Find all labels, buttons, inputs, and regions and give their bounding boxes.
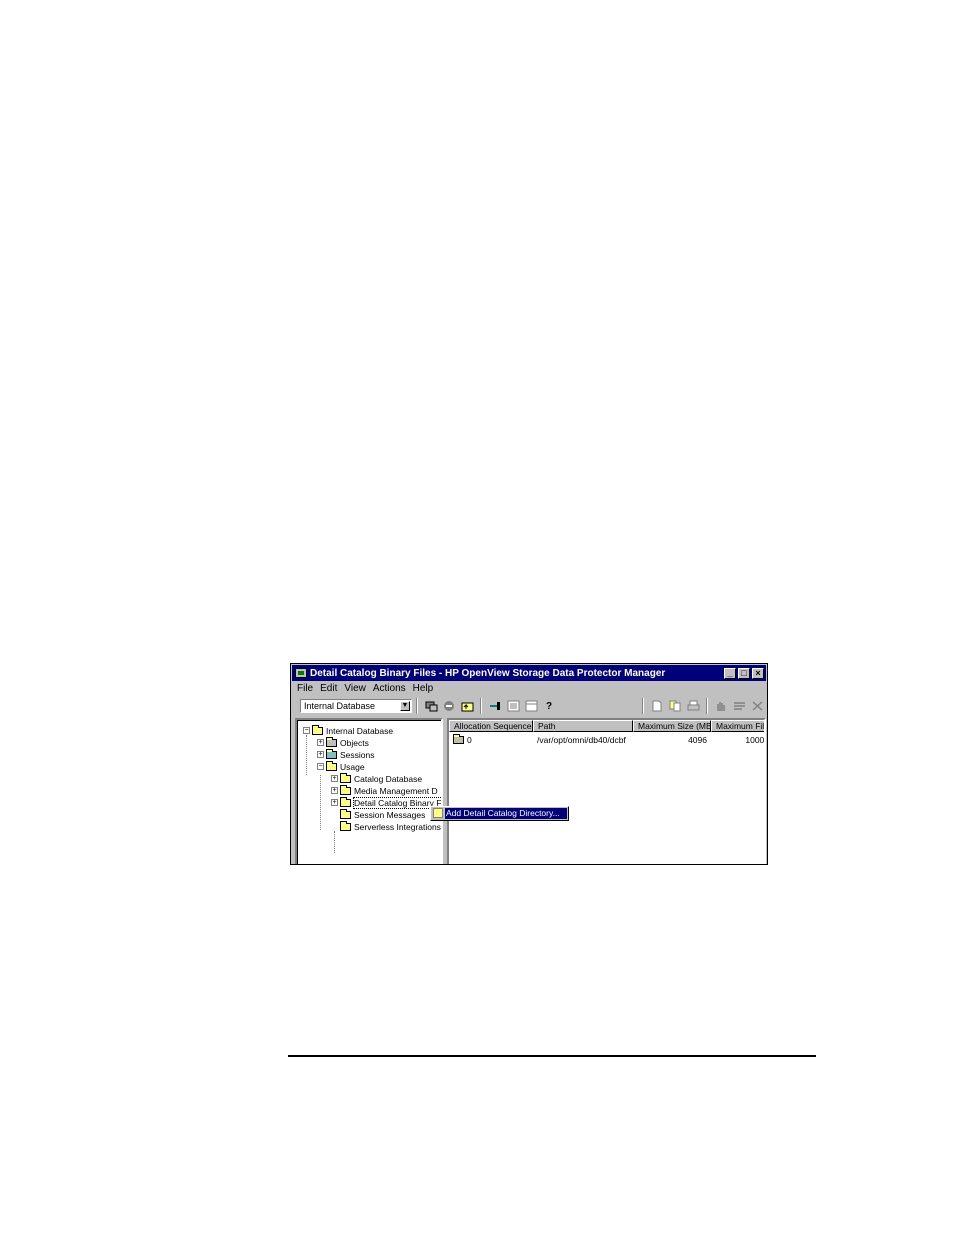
database-icon	[340, 796, 351, 807]
tree-item-serverless[interactable]: Serverless Integrations	[340, 820, 441, 832]
cell-allocation: 0	[467, 735, 472, 745]
cell-path: /var/opt/omni/db40/dcbf	[537, 735, 626, 745]
chevron-down-icon[interactable]: ▼	[400, 701, 410, 711]
menu-bar: File Edit View Actions Help	[292, 682, 766, 695]
tree-label: Sessions	[340, 749, 375, 760]
menu-item-add-detail-catalog-directory[interactable]: Add Detail Catalog Directory...	[445, 808, 567, 819]
column-header-allocation[interactable]: Allocation Sequence	[449, 720, 533, 732]
context-select-value: Internal Database	[304, 701, 376, 711]
print-icon[interactable]	[686, 700, 700, 712]
database-icon	[340, 784, 351, 795]
title-bar[interactable]: Detail Catalog Binary Files - HP OpenVie…	[292, 665, 766, 681]
pin-icon[interactable]	[488, 700, 502, 712]
tree-item-internal-database[interactable]: − Internal Database	[303, 724, 394, 736]
expand-icon[interactable]: +	[331, 787, 338, 794]
tree-label: Serverless Integrations	[354, 821, 441, 832]
expand-icon[interactable]: +	[317, 751, 324, 758]
tree-label: Catalog Database	[354, 773, 423, 784]
cancel-icon[interactable]	[750, 700, 764, 712]
database-icon	[340, 808, 351, 819]
tree-label: Usage	[340, 761, 365, 772]
tree-item-catalog-database[interactable]: + Catalog Database	[331, 772, 423, 784]
context-menu: Add Detail Catalog Directory...	[430, 806, 569, 821]
usage-icon	[326, 760, 337, 771]
minimize-button[interactable]: _	[724, 667, 736, 679]
expand-icon[interactable]: +	[331, 799, 338, 806]
column-header-path[interactable]: Path	[533, 720, 633, 732]
database-icon	[340, 772, 351, 783]
collapse-icon[interactable]: −	[317, 763, 324, 770]
menu-help[interactable]: Help	[413, 683, 434, 694]
tree-label: Objects	[340, 737, 369, 748]
app-icon[interactable]	[295, 668, 307, 678]
toolbar-separator	[416, 698, 418, 714]
tree-item-media-management[interactable]: + Media Management D	[331, 784, 438, 796]
column-header-max-size[interactable]: Maximum Size (MB)	[633, 720, 711, 732]
expand-icon[interactable]: +	[317, 739, 324, 746]
menu-actions[interactable]: Actions	[373, 683, 406, 694]
objects-icon	[326, 736, 337, 747]
tree-item-sessions[interactable]: + Sessions	[317, 748, 375, 760]
expand-icon[interactable]: +	[331, 775, 338, 782]
menu-edit[interactable]: Edit	[320, 683, 337, 694]
close-button[interactable]: ×	[752, 667, 764, 679]
toolbar-separator	[480, 698, 482, 714]
tree-item-usage[interactable]: − Usage	[317, 760, 365, 772]
column-header-max-files[interactable]: Maximum Files	[711, 720, 764, 732]
maximize-button[interactable]: □	[738, 667, 750, 679]
folder-open-icon	[312, 724, 323, 735]
list-header: Allocation Sequence Path Maximum Size (M…	[449, 720, 764, 732]
tree-label: Media Management D	[354, 785, 438, 796]
cell-max-files: 10000	[745, 735, 765, 745]
document-icon[interactable]	[650, 700, 664, 712]
menu-file[interactable]: File	[297, 683, 313, 694]
table-row[interactable]: 0 /var/opt/omni/db40/dcbf 4096 10000	[449, 734, 765, 746]
app-window: Detail Catalog Binary Files - HP OpenVie…	[290, 663, 768, 865]
folder-up-icon[interactable]	[460, 700, 474, 712]
hand-icon[interactable]	[714, 700, 728, 712]
collapse-icon[interactable]: −	[303, 727, 310, 734]
tree-item-objects[interactable]: + Objects	[317, 736, 369, 748]
toolbar: Internal Database ▼ ?	[292, 696, 766, 716]
menu-view[interactable]: View	[344, 683, 366, 694]
tree-item-session-messages[interactable]: Session Messages	[340, 808, 426, 820]
page-divider	[288, 1055, 816, 1057]
tree-item-detail-catalog[interactable]: + Detail Catalog Binary Files	[331, 796, 441, 809]
copy-icon[interactable]	[668, 700, 682, 712]
window-title: Detail Catalog Binary Files - HP OpenVie…	[310, 667, 666, 679]
database-icon	[340, 820, 351, 831]
list-view-icon[interactable]	[506, 700, 520, 712]
results-list[interactable]: Allocation Sequence Path Maximum Size (M…	[447, 718, 766, 864]
details-view-icon[interactable]	[524, 700, 538, 712]
tree-label: Internal Database	[326, 725, 394, 736]
directory-icon	[453, 734, 464, 744]
toolbar-separator	[706, 698, 708, 714]
options-icon[interactable]	[732, 700, 746, 712]
add-directory-icon	[433, 808, 443, 818]
tree-label: Session Messages	[354, 809, 426, 820]
scoping-tree[interactable]: − Internal Database + Objects + Sessions…	[295, 718, 443, 864]
stop-icon[interactable]	[442, 700, 456, 712]
toolbar-separator	[642, 698, 644, 714]
context-select[interactable]: Internal Database ▼	[300, 699, 412, 713]
connect-icon[interactable]	[424, 700, 438, 712]
help-icon[interactable]: ?	[542, 700, 556, 712]
cell-max-size: 4096	[688, 735, 707, 745]
sessions-icon	[326, 748, 337, 759]
